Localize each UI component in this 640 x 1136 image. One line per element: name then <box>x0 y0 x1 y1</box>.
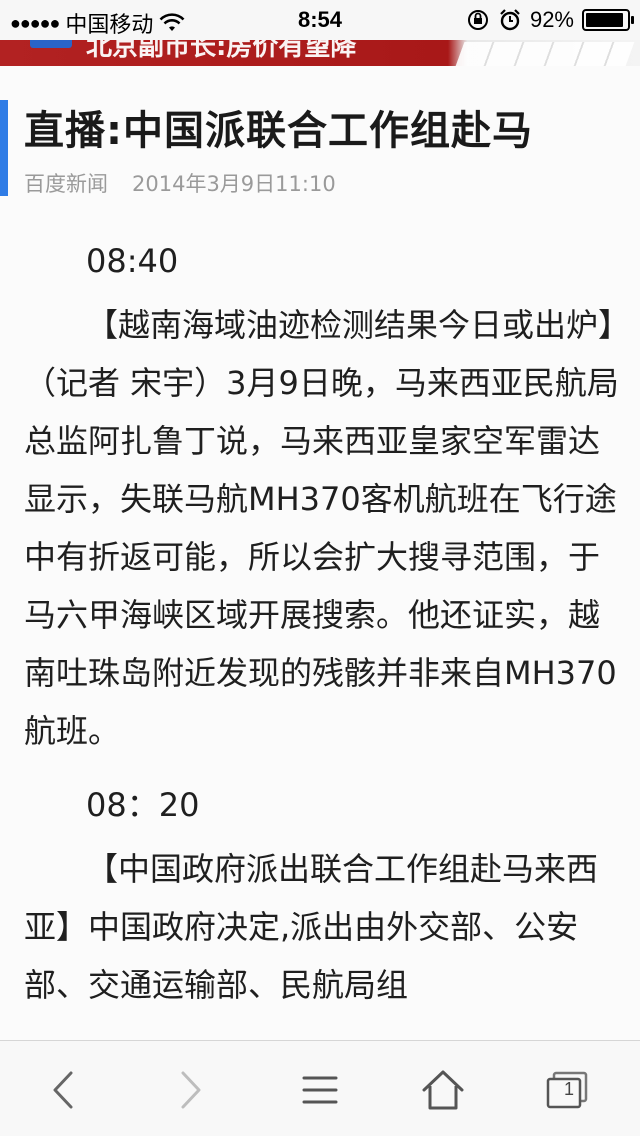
browser-toolbar: 1 <box>0 1040 640 1136</box>
forward-button[interactable] <box>166 1067 216 1113</box>
article-meta: 百度新闻 2014年3月9日11:10 <box>24 168 336 198</box>
banner-logo <box>30 40 72 48</box>
back-button[interactable] <box>38 1067 88 1113</box>
tab-count: 1 <box>563 1079 574 1099</box>
home-icon <box>422 1070 464 1110</box>
battery-level <box>586 13 623 27</box>
section-time: 08:40 <box>86 242 179 280</box>
home-button[interactable] <box>418 1067 468 1113</box>
menu-icon <box>302 1076 338 1104</box>
battery-icon <box>582 9 634 31</box>
status-bar: ●●●●● 中国移动 8:54 92% <box>0 0 640 40</box>
chevron-right-icon <box>181 1071 201 1109</box>
article-title: 直播:中国派联合工作组赴马 <box>24 108 533 154</box>
section-text: 【中国政府派出联合工作组赴马来西亚】中国政府决定,派出由外交部、公安部、交通运输… <box>24 850 599 1004</box>
article-body-viewport[interactable]: 08:40 【越南海域油迹检测结果今日或出炉】（记者 宋宇）3月9日晚，马来西亚… <box>0 200 640 1040</box>
title-accent-bar <box>0 100 8 196</box>
chevron-left-icon <box>53 1071 73 1109</box>
section-time: 08：20 <box>86 786 200 824</box>
article-body: 08:40 【越南海域油迹检测结果今日或出炉】（记者 宋宇）3月9日晚，马来西亚… <box>24 232 620 1030</box>
article-date: 2014年3月9日11:10 <box>132 172 336 196</box>
alarm-clock-icon <box>500 9 520 31</box>
rotation-lock-icon <box>467 10 488 30</box>
menu-button[interactable] <box>295 1067 345 1113</box>
battery-percent: 92% <box>529 7 574 32</box>
top-banner[interactable]: 北京副市长:房价有望降 <box>0 40 640 66</box>
article-source[interactable]: 百度新闻 <box>24 172 108 196</box>
tabs-button[interactable]: 1 <box>542 1067 592 1113</box>
section-text: 【越南海域油迹检测结果今日或出炉】（记者 宋宇）3月9日晚，马来西亚民航局总监阿… <box>24 306 619 750</box>
banner-keyboard-image <box>455 42 635 66</box>
status-right: 92% <box>466 7 634 33</box>
banner-headline: 北京副市长:房价有望降 <box>86 40 357 62</box>
